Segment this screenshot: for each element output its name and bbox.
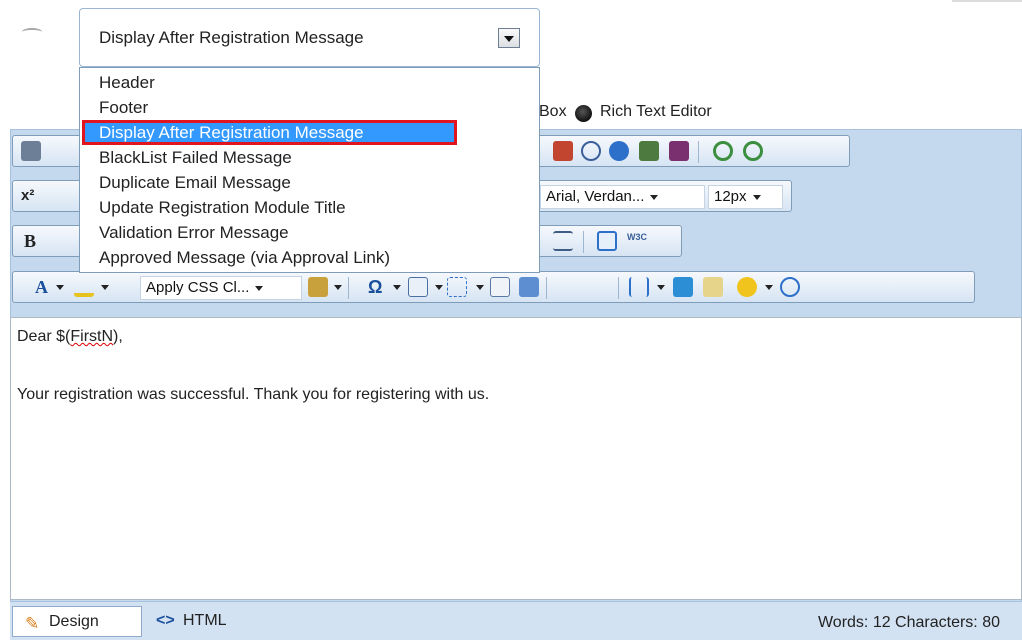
option-blacklist-failed[interactable]: BlackList Failed Message [80,145,539,170]
flash-icon[interactable] [581,141,601,161]
emoticon-icon[interactable] [737,277,757,297]
greeting-token: FirstN [70,328,114,345]
greeting-prefix: Dear $( [17,328,71,345]
html-tab-label: HTML [183,612,227,629]
font-size-value: 12px [714,188,747,205]
chevron-down-icon[interactable] [498,28,520,48]
toolbar-separator [698,141,699,163]
chevron-down-icon[interactable] [657,285,665,290]
superscript-icon[interactable]: x² [21,186,34,206]
option-display-after-registration[interactable]: Display After Registration Message [82,120,457,145]
css-class-value: Apply CSS Cl... [146,279,250,296]
convert-upper-icon[interactable] [590,277,610,297]
editor-line-body: Your registration was successful. Thank … [17,386,490,403]
hyperlink-icon[interactable] [713,141,733,161]
chevron-down-icon [752,194,761,200]
module-manager-icon[interactable] [629,277,649,297]
toolbar-separator [618,277,619,299]
greeting-suffix: ), [113,328,123,345]
bold-icon[interactable]: B [24,231,36,251]
about-info-icon[interactable] [780,277,800,297]
option-validation-error[interactable]: Validation Error Message [80,220,539,245]
toolbar-separator [546,277,547,299]
font-name-value: Arial, Verdan... [546,188,645,205]
message-type-dropdown-list: Header Footer Display After Registration… [79,67,540,273]
toggle-borders-icon[interactable] [597,231,617,251]
editor-mode-textbox-label: Box [539,103,567,120]
fore-color-icon[interactable]: A [35,277,48,297]
word-character-count: Words: 12 Characters: 80 [817,614,1000,631]
image-map-icon[interactable] [490,277,510,297]
media-icon[interactable] [609,141,629,161]
insert-document-icon[interactable] [553,141,573,161]
collapse-grip-icon[interactable] [22,28,42,36]
insert-table-icon[interactable] [408,277,428,297]
editor-mode-rich-label: Rich Text Editor [600,103,712,120]
html-mode-tab[interactable]: <> HTML [150,606,260,637]
font-name-select[interactable]: Arial, Verdan... [540,185,705,209]
insert-symbol-icon[interactable]: Ω [368,277,382,297]
image-manager-icon[interactable] [639,141,659,161]
option-duplicate-email[interactable]: Duplicate Email Message [80,170,539,195]
option-update-registration-title[interactable]: Update Registration Module Title [80,195,539,220]
chevron-down-icon[interactable] [765,285,773,290]
rich-text-editor-radio[interactable] [575,105,592,122]
w3c-validation-icon[interactable]: W3C [627,231,647,251]
bulleted-list-icon[interactable] [553,231,573,251]
chevron-down-icon[interactable] [334,285,342,290]
convert-lower-icon[interactable] [559,277,579,297]
image-editor-icon[interactable] [519,277,539,297]
option-header[interactable]: Header [80,70,539,95]
editor-status-bar: ✎ Design <> HTML Words: 12 Characters: 8… [10,601,1022,640]
spell-check-icon[interactable] [703,277,723,297]
corner-line [952,0,1022,2]
code-brackets-icon: <> [156,612,175,629]
chevron-down-icon[interactable] [56,285,64,290]
format-stripper-icon[interactable] [308,277,328,297]
toolbar-separator [348,277,349,299]
message-type-select-value: Display After Registration Message [99,28,364,47]
design-tab-label: Design [49,613,99,630]
page-properties-icon[interactable] [673,277,693,297]
insert-snippet-icon[interactable] [447,277,467,297]
option-approved-message[interactable]: Approved Message (via Approval Link) [80,245,539,270]
font-size-select[interactable]: 12px [708,185,783,209]
chevron-down-icon[interactable] [101,285,109,290]
editor-line-greeting: Dear $(FirstN), [17,328,123,346]
chevron-down-icon [255,285,264,291]
remove-link-icon[interactable] [743,141,763,161]
template-icon[interactable] [669,141,689,161]
message-type-select[interactable]: Display After Registration Message [79,8,540,67]
toolbar-separator [583,231,584,253]
apply-css-class-select[interactable]: Apply CSS Cl... [140,276,302,300]
chevron-down-icon [650,194,659,200]
toolbar-row-4: A Apply CSS Cl... Ω [12,271,975,303]
back-color-icon[interactable] [74,277,94,297]
editor-content-area[interactable]: Dear $(FirstN), Your registration was su… [10,317,1022,600]
print-icon[interactable] [21,141,41,161]
chevron-down-icon[interactable] [393,285,401,290]
pencil-icon: ✎ [25,614,40,633]
chevron-down-icon[interactable] [435,285,443,290]
design-mode-tab[interactable]: ✎ Design [12,606,142,637]
chevron-down-icon[interactable] [476,285,484,290]
option-footer[interactable]: Footer [80,95,539,120]
